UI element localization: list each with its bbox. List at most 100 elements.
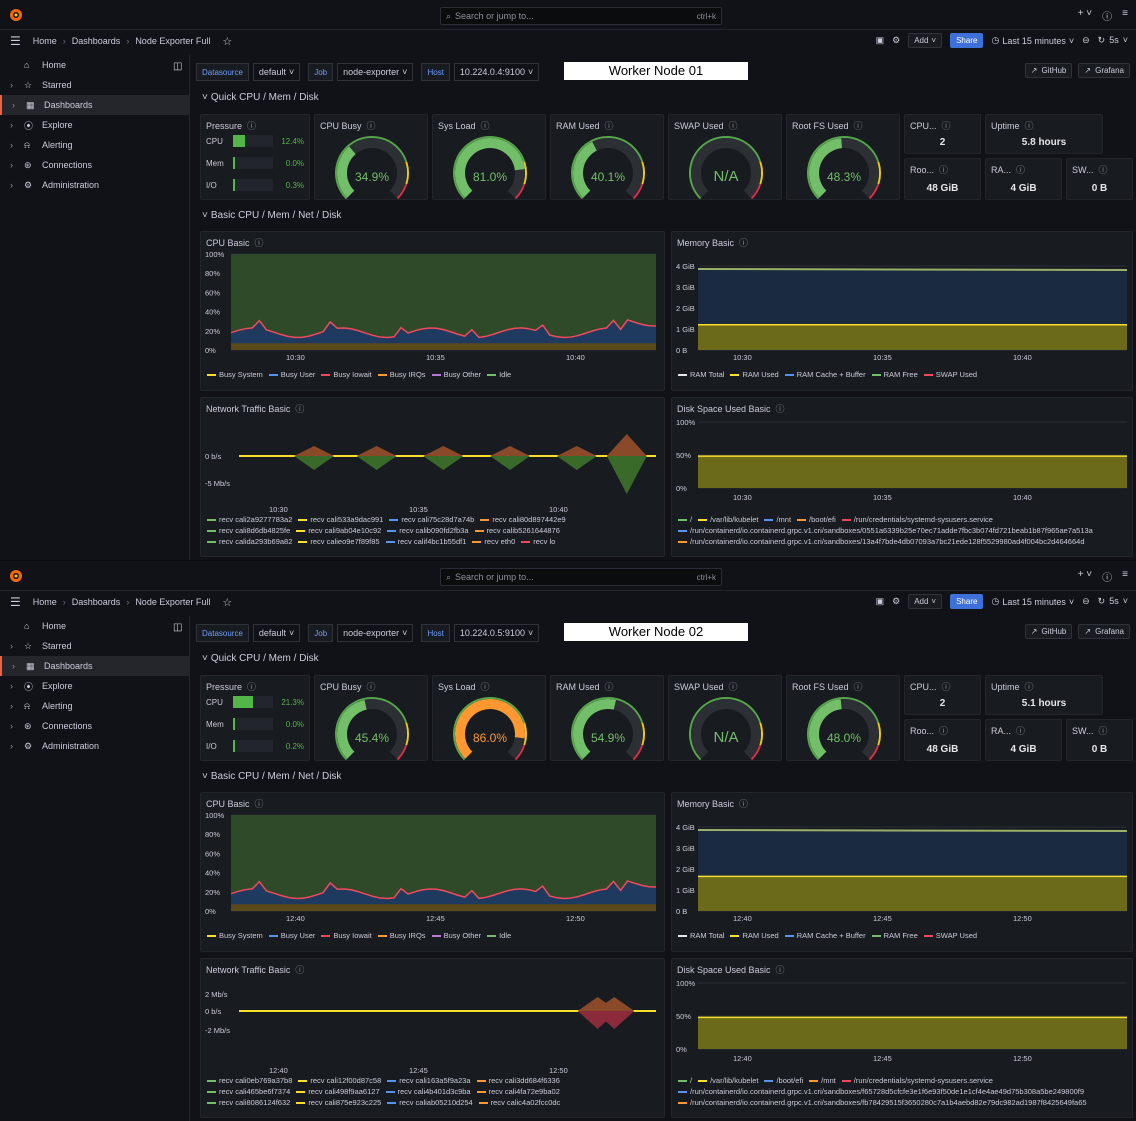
sidebar-item-explore[interactable]: › ⦿ Explore — [0, 115, 189, 135]
breadcrumb-item[interactable]: Dashboards — [72, 597, 121, 607]
legend-item[interactable]: /boot/efi — [797, 515, 836, 524]
legend-item[interactable]: /mnt — [764, 515, 791, 524]
add-button[interactable]: Add ˅ — [908, 594, 943, 609]
legend-item[interactable]: recv cali9ab04e10c92 — [296, 526, 381, 535]
legend-item[interactable]: recv eth0 — [472, 537, 515, 546]
settings-gear-icon[interactable]: ⚙ — [892, 35, 900, 46]
legend-item[interactable]: Idle — [487, 370, 511, 379]
legend-item[interactable]: recv calib5261644876 — [474, 526, 560, 535]
share-button[interactable]: Share — [950, 33, 984, 48]
legend-item[interactable]: recv cali4b401d3c9ba — [385, 1087, 471, 1096]
sidebar-item-explore[interactable]: › ⦿ Explore — [0, 676, 189, 696]
sidebar-item-home[interactable]: ⌂ Home — [0, 616, 189, 636]
sidebar-item-administration[interactable]: › ⚙ Administration — [0, 175, 189, 195]
legend-item[interactable]: /run/containerd/io.containerd.grpc.v1.cr… — [678, 537, 1085, 546]
legend-item[interactable]: /run/containerd/io.containerd.grpc.v1.cr… — [678, 1087, 1084, 1096]
legend-item[interactable]: recv cali8d6db4825fe — [207, 526, 290, 535]
time-picker[interactable]: ◷ Last 15 minutes ˅ — [991, 35, 1074, 46]
legend-item[interactable]: recv calida293b69a82 — [207, 537, 292, 546]
legend-item[interactable]: recv cali163a5f9a23a — [387, 1076, 471, 1085]
panel-title[interactable]: Uptime ⓘ — [991, 119, 1034, 132]
grafana-logo-icon[interactable] — [8, 568, 24, 584]
legend-item[interactable]: recv cali80d897442e9 — [480, 515, 566, 524]
sidebar-item-starred[interactable]: › ☆ Starred — [0, 75, 189, 95]
star-icon[interactable]: ☆ — [222, 35, 232, 48]
menu-toggle-icon[interactable]: ☰ — [10, 34, 21, 48]
legend-item[interactable]: /var/lib/kubelet — [698, 1076, 758, 1085]
settings-gear-icon[interactable]: ⚙ — [892, 596, 900, 607]
legend-item[interactable]: recv cali465be6f7374 — [207, 1087, 290, 1096]
breadcrumb-item[interactable]: Node Exporter Full — [135, 36, 210, 46]
sidebar-item-alerting[interactable]: › ⍾ Alerting — [0, 696, 189, 716]
search-bar[interactable]: ⌕ Search or jump to... ctrl+k — [440, 7, 722, 25]
legend-item[interactable]: recv calif4bc1b55df1 — [385, 537, 466, 546]
legend-item[interactable]: Busy Iowait — [321, 931, 372, 940]
sidebar-item-home[interactable]: ⌂ Home — [0, 55, 189, 75]
panel-title[interactable]: Pressure ⓘ — [206, 680, 256, 693]
legend-item[interactable]: recv cali8086124f632 — [207, 1098, 290, 1107]
legend-item[interactable]: /run/containerd/io.containerd.grpc.v1.cr… — [678, 1098, 1087, 1107]
legend-item[interactable]: /var/lib/kubelet — [698, 515, 758, 524]
panel-title[interactable]: CPU... ⓘ — [910, 680, 951, 693]
legend-item[interactable]: RAM Free — [871, 370, 918, 379]
legend-item[interactable]: recv cali533a9dac991 — [298, 515, 383, 524]
news-rss-icon[interactable]: ≡ — [1122, 8, 1128, 23]
host-select[interactable]: 10.224.0.4:9100 ˅ — [453, 63, 540, 81]
panel-title[interactable]: Uptime ⓘ — [991, 680, 1034, 693]
legend-item[interactable]: Busy User — [268, 370, 315, 379]
legend-item[interactable]: RAM Cache + Buffer — [784, 370, 866, 379]
breadcrumb-item[interactable]: Node Exporter Full — [135, 597, 210, 607]
add-button[interactable]: Add ˅ — [908, 33, 943, 48]
legend-item[interactable]: RAM Total — [678, 931, 724, 940]
legend-item[interactable]: Busy IRQs — [377, 931, 426, 940]
grafana-link-button[interactable]: ↗ Grafana — [1078, 63, 1130, 78]
row-title-quick[interactable]: ˅ Quick CPU / Mem / Disk — [202, 653, 319, 664]
sidebar-item-alerting[interactable]: › ⍾ Alerting — [0, 135, 189, 155]
legend-item[interactable]: recv calieo9e7f89f85 — [298, 537, 380, 546]
legend-item[interactable]: recv cali0eb769a37b8 — [207, 1076, 292, 1085]
datasource-select[interactable]: default ˅ — [252, 63, 301, 81]
breadcrumb-item[interactable]: Home — [33, 36, 57, 46]
job-select[interactable]: node-exporter ˅ — [337, 624, 414, 642]
row-title-basic[interactable]: ˅ Basic CPU / Mem / Net / Disk — [202, 771, 341, 782]
legend-item[interactable]: /run/containerd/io.containerd.grpc.v1.cr… — [678, 526, 1093, 535]
legend-item[interactable]: recv cali12f00d87c58 — [298, 1076, 381, 1085]
legend-item[interactable]: RAM Used — [730, 370, 779, 379]
help-icon[interactable]: ⓘ — [1102, 8, 1112, 23]
legend-item[interactable]: /run/credentials/systemd-sysusers.servic… — [841, 1076, 993, 1085]
legend-item[interactable]: recv calib090fd2fb3a — [387, 526, 469, 535]
panel-title[interactable]: SW... ⓘ — [1072, 724, 1108, 737]
refresh-picker[interactable]: ↻ 5s ˅ — [1098, 596, 1128, 607]
legend-item[interactable]: Busy System — [207, 370, 263, 379]
legend-item[interactable]: Busy IRQs — [377, 370, 426, 379]
legend-item[interactable]: RAM Free — [871, 931, 918, 940]
legend-item[interactable]: recv caliab05210d254 — [387, 1098, 473, 1107]
legend-item[interactable]: RAM Cache + Buffer — [784, 931, 866, 940]
breadcrumb-item[interactable]: Home — [33, 597, 57, 607]
grafana-logo-icon[interactable] — [8, 7, 24, 23]
dock-menu-icon[interactable]: ◫ — [173, 61, 182, 72]
refresh-picker[interactable]: ↻ 5s ˅ — [1098, 35, 1128, 46]
legend-item[interactable]: RAM Total — [678, 370, 724, 379]
share-button[interactable]: Share — [950, 594, 984, 609]
github-link-button[interactable]: ↗ GitHub — [1024, 624, 1073, 639]
star-icon[interactable]: ☆ — [222, 596, 232, 609]
time-picker[interactable]: ◷ Last 15 minutes ˅ — [991, 596, 1074, 607]
github-link-button[interactable]: ↗ GitHub — [1024, 63, 1073, 78]
legend-item[interactable]: Busy Other — [431, 370, 481, 379]
panel-title[interactable]: CPU... ⓘ — [910, 119, 951, 132]
sidebar-item-starred[interactable]: › ☆ Starred — [0, 636, 189, 656]
legend-item[interactable]: recv cali75c28d7a74b — [389, 515, 474, 524]
legend-item[interactable]: /mnt — [809, 1076, 836, 1085]
panel-title[interactable]: Roo... ⓘ — [910, 724, 948, 737]
legend-item[interactable]: recv cali875e923c225 — [296, 1098, 381, 1107]
search-bar[interactable]: ⌕ Search or jump to... ctrl+k — [440, 568, 722, 586]
menu-toggle-icon[interactable]: ☰ — [10, 595, 21, 609]
panel-title[interactable]: Pressure ⓘ — [206, 119, 256, 132]
legend-item[interactable]: recv lo — [521, 537, 555, 546]
breadcrumb-item[interactable]: Dashboards — [72, 36, 121, 46]
zoom-out-icon[interactable]: ⊖ — [1082, 596, 1090, 607]
legend-item[interactable]: / — [678, 515, 692, 524]
legend-item[interactable]: Busy System — [207, 931, 263, 940]
legend-item[interactable]: Busy Other — [431, 931, 481, 940]
